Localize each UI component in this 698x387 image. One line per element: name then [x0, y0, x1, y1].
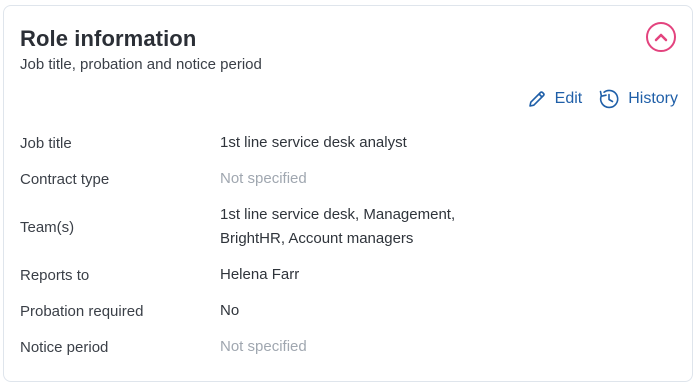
card-subtitle: Job title, probation and notice period: [20, 56, 262, 73]
role-fields-list: Job title 1st line service desk analyst …: [20, 125, 680, 365]
field-row-reports-to: Reports to Helena Farr: [20, 257, 680, 293]
card-actions: Edit History: [527, 88, 678, 110]
field-label: Team(s): [20, 218, 75, 236]
field-label: Probation required: [20, 302, 144, 320]
team-line: 1st line service desk, Management,: [220, 206, 456, 223]
field-value: Not specified: [220, 338, 307, 355]
field-label: Contract type: [20, 170, 110, 188]
field-value: No: [220, 302, 240, 319]
role-information-card: Role information Job title, probation an…: [3, 5, 693, 382]
field-row-job-title: Job title 1st line service desk analyst: [20, 125, 680, 161]
field-row-contract-type: Contract type Not specified: [20, 161, 680, 197]
field-value: Not specified: [220, 170, 307, 187]
field-row-teams: Team(s) 1st line service desk, Managemen…: [20, 197, 680, 257]
collapse-button[interactable]: [646, 22, 676, 52]
edit-label: Edit: [554, 90, 583, 107]
field-value: Helena Farr: [220, 266, 300, 283]
field-row-notice-period: Notice period Not specified: [20, 329, 680, 365]
team-line: BrightHR, Account managers: [220, 230, 414, 247]
edit-button[interactable]: Edit: [527, 89, 583, 109]
field-value: 1st line service desk, Management, Brigh…: [220, 203, 455, 251]
card-title: Role information: [20, 26, 197, 51]
chevron-up-icon: [654, 33, 668, 42]
history-button[interactable]: History: [598, 88, 678, 110]
history-label: History: [628, 90, 678, 107]
history-clock-icon: [599, 89, 619, 109]
field-row-probation: Probation required No: [20, 293, 680, 329]
field-label: Reports to: [20, 266, 90, 284]
field-value: 1st line service desk analyst: [220, 134, 407, 151]
field-label: Notice period: [20, 338, 109, 356]
field-label: Job title: [20, 134, 72, 152]
pencil-icon: [528, 91, 545, 107]
